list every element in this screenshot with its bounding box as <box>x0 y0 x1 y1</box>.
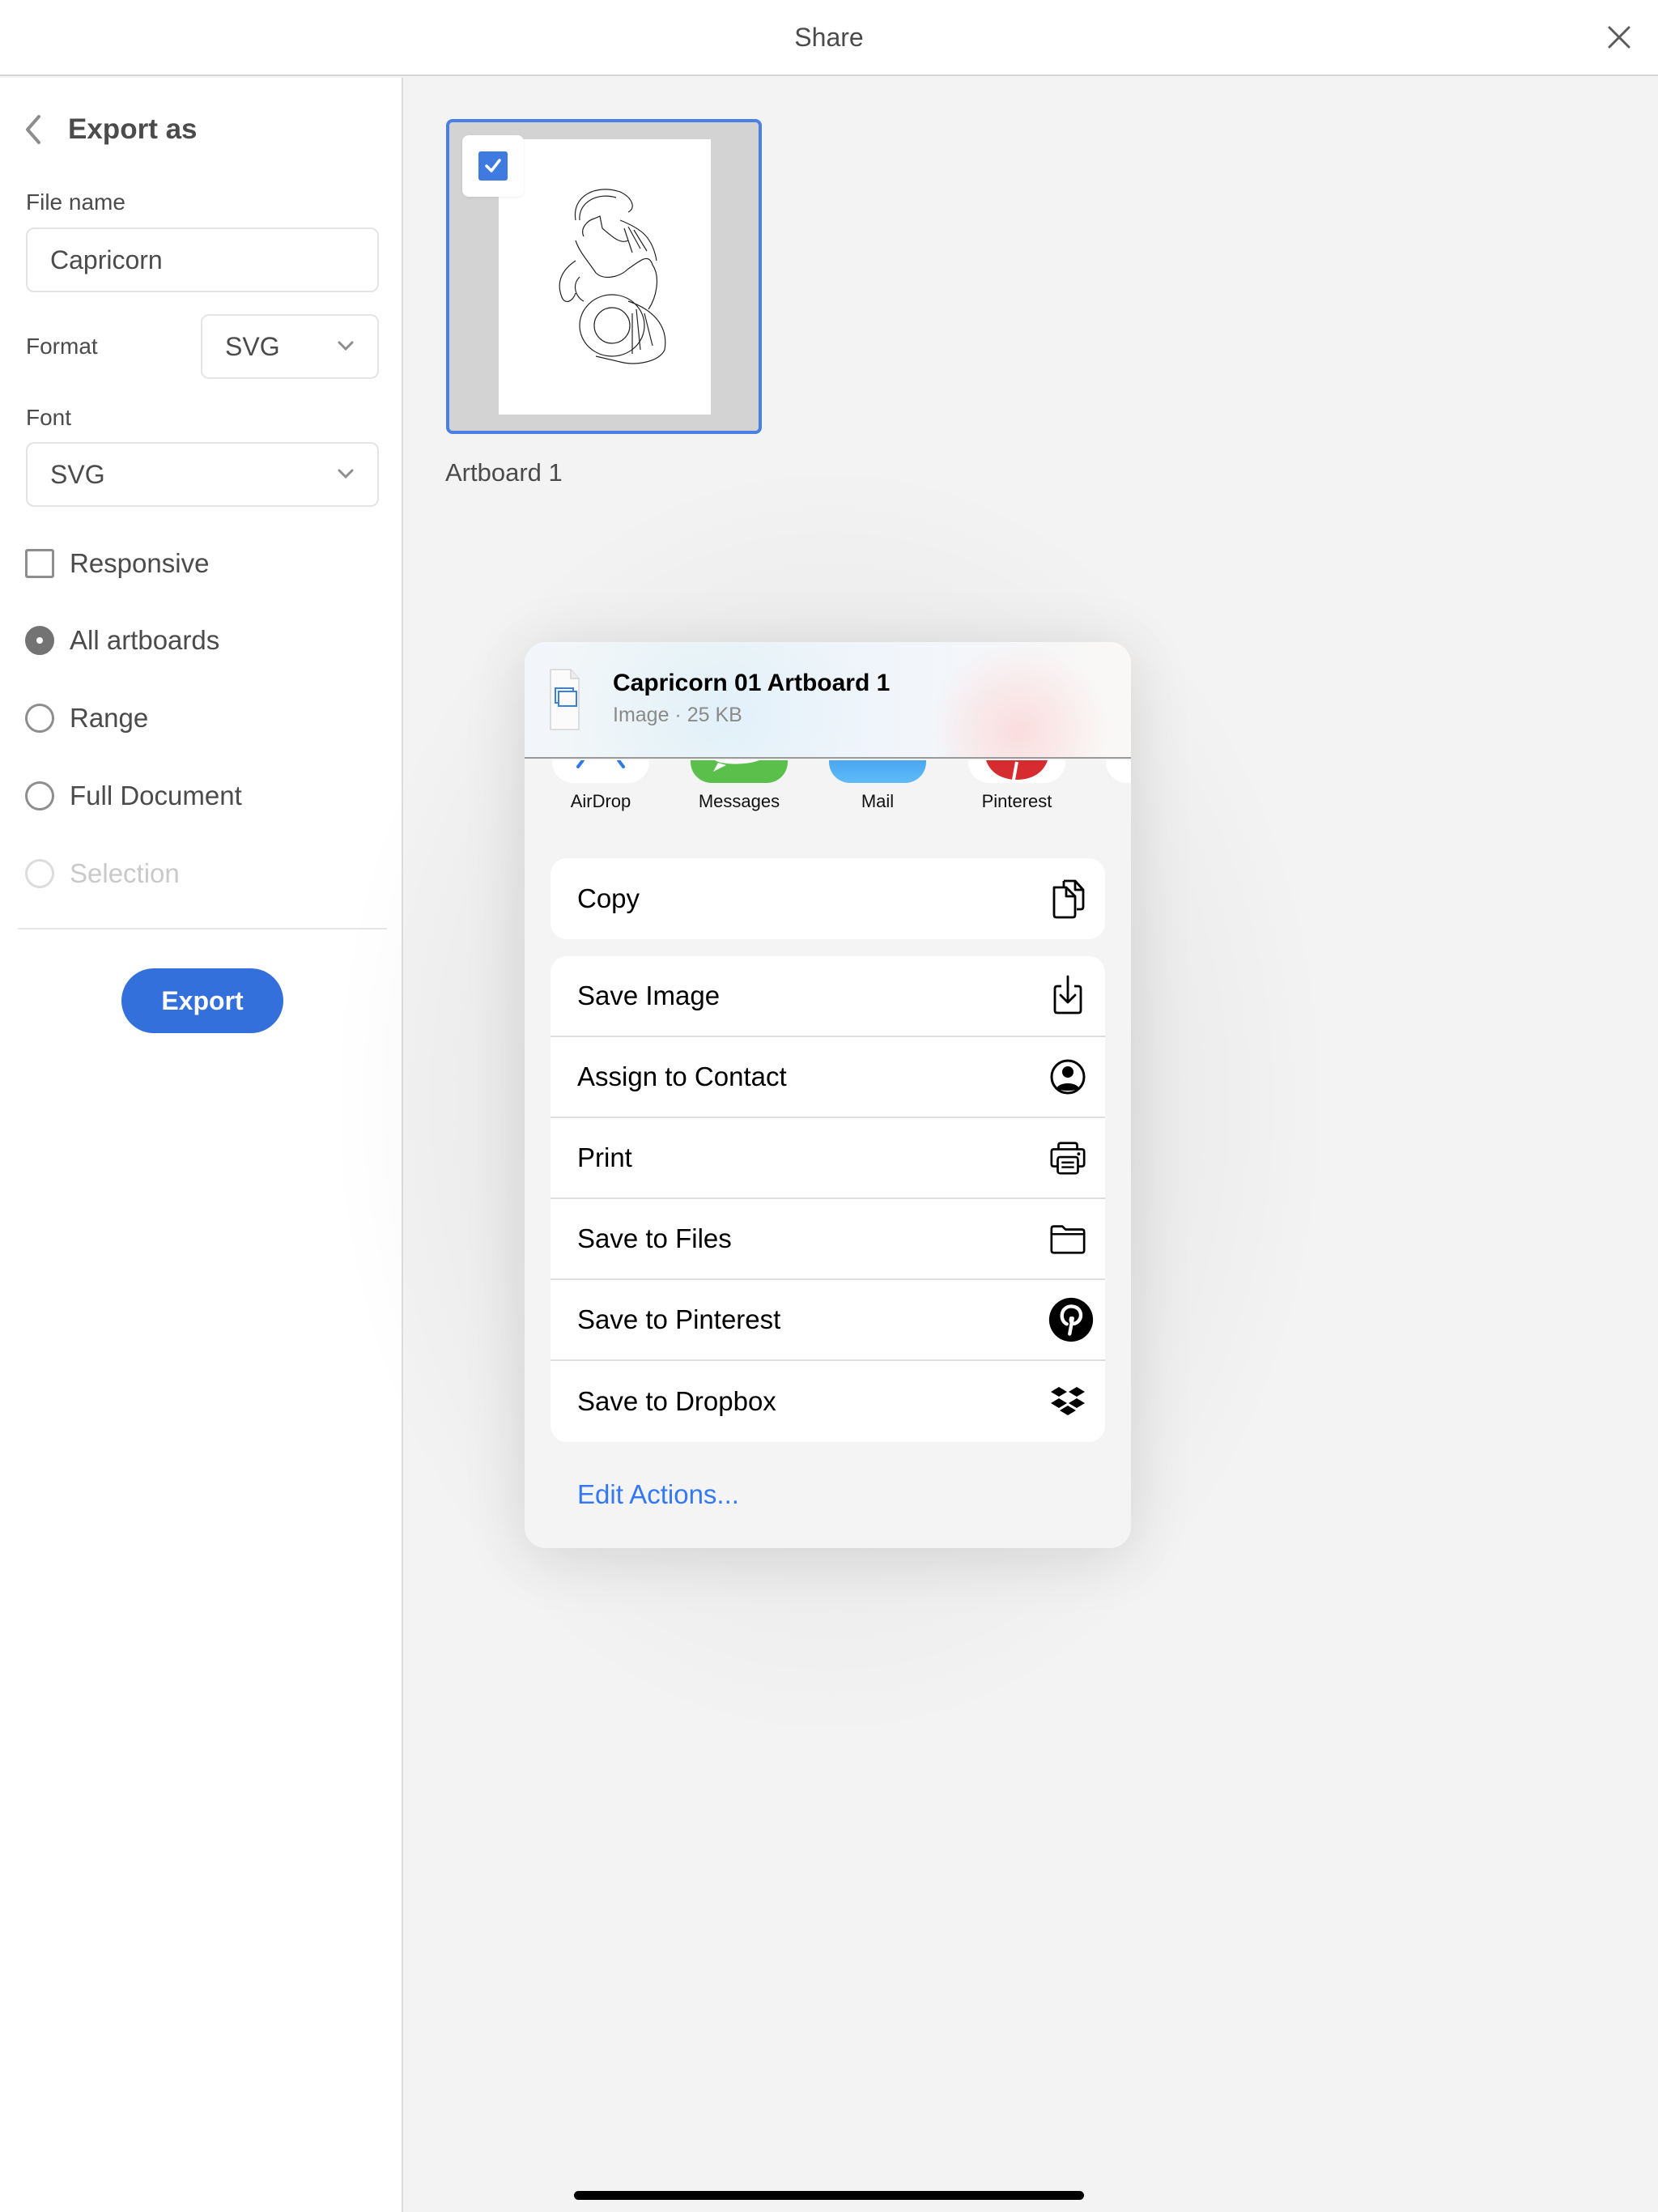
radio-label: Range <box>70 703 149 733</box>
top-bar: Share <box>0 0 1658 76</box>
app-label: Pinterest <box>981 791 1052 811</box>
radio-label: All artboards <box>70 625 220 655</box>
edit-actions-link[interactable]: Edit Actions... <box>577 1479 739 1510</box>
dropbox-icon <box>1048 1382 1087 1421</box>
app-more[interactable]: I <box>1106 760 1131 812</box>
app-airdrop[interactable]: AirDrop <box>552 760 649 812</box>
app-mail[interactable]: Mail <box>829 760 926 812</box>
close-icon <box>1608 26 1630 49</box>
format-select[interactable]: SVG <box>201 314 379 379</box>
radio-selection: Selection <box>25 858 180 889</box>
artboard-thumbnail <box>499 139 711 415</box>
app-label: Messages <box>698 791 780 811</box>
format-label: Format <box>26 334 98 359</box>
artboard-checkbox[interactable] <box>462 135 524 197</box>
mail-icon <box>829 760 926 783</box>
radio-button <box>25 704 54 733</box>
action-save-to-files[interactable]: Save to Files <box>551 1199 1105 1280</box>
capricorn-illustration <box>559 189 666 364</box>
copy-icon <box>1048 879 1087 919</box>
app-messages[interactable]: Messages <box>691 760 788 812</box>
file-name-label: File name <box>26 189 125 215</box>
folder-icon <box>1048 1219 1087 1258</box>
page-title: Share <box>794 23 864 52</box>
chevron-down-icon <box>338 469 354 479</box>
export-button[interactable]: Export <box>121 968 283 1033</box>
messages-icon <box>691 760 788 783</box>
actions-group: Save Image Assign to Contact Print Save … <box>551 956 1105 1442</box>
file-name-value: Capricorn <box>50 245 163 274</box>
format-value: SVG <box>225 331 280 361</box>
radio-label: Selection <box>70 858 180 888</box>
font-select[interactable]: SVG <box>26 442 379 507</box>
checkmark-icon <box>485 159 501 172</box>
airdrop-icon <box>552 760 649 783</box>
close-button[interactable] <box>1605 23 1634 52</box>
action-label: Save to Pinterest <box>577 1304 781 1334</box>
radio-range[interactable]: Range <box>25 703 148 734</box>
share-sheet: Capricorn 01 Artboard 1 Image · 25 KB Ai… <box>525 642 1131 1548</box>
responsive-label: Responsive <box>70 548 210 578</box>
action-print[interactable]: Print <box>551 1118 1105 1199</box>
share-apps-row: AirDrop Messages Mail Pinterest I <box>525 760 1131 841</box>
action-label: Save to Dropbox <box>577 1386 776 1416</box>
action-label: Assign to Contact <box>577 1061 787 1091</box>
action-label: Copy <box>577 883 640 913</box>
font-value: SVG <box>50 459 105 489</box>
chevron-down-icon <box>338 341 354 351</box>
document-icon <box>550 669 580 730</box>
radio-button <box>25 626 54 655</box>
share-file-title: Capricorn 01 Artboard 1 <box>613 670 891 696</box>
action-assign-to-contact[interactable]: Assign to Contact <box>551 1037 1105 1118</box>
app-label: I <box>1106 791 1131 812</box>
artboard-card[interactable] <box>446 119 762 434</box>
responsive-checkbox[interactable]: Responsive <box>25 548 209 579</box>
radio-button <box>25 781 54 810</box>
export-header: Export as <box>23 113 198 146</box>
action-label: Save Image <box>577 981 721 1010</box>
action-copy[interactable]: Copy <box>551 858 1105 939</box>
pinterest-icon <box>968 760 1065 783</box>
radio-button <box>25 859 54 888</box>
share-sheet-header: Capricorn 01 Artboard 1 Image · 25 KB <box>525 642 1131 759</box>
printer-icon <box>1048 1138 1087 1177</box>
radio-full-document[interactable]: Full Document <box>25 781 242 811</box>
home-indicator[interactable] <box>574 2191 1084 2200</box>
radio-label: Full Document <box>70 781 242 810</box>
action-label: Save to Files <box>577 1223 732 1253</box>
radio-all-artboards[interactable]: All artboards <box>25 625 219 656</box>
file-name-input[interactable]: Capricorn <box>26 228 379 292</box>
font-label: Font <box>26 405 72 430</box>
action-save-to-pinterest[interactable]: Save to Pinterest <box>551 1280 1105 1361</box>
action-save-image[interactable]: Save Image <box>551 956 1105 1037</box>
share-file-subtitle: Image · 25 KB <box>613 704 742 726</box>
action-save-to-dropbox[interactable]: Save to Dropbox <box>551 1361 1105 1442</box>
more-app-icon <box>1106 760 1131 783</box>
primary-actions-group: Copy <box>551 858 1105 939</box>
app-pinterest[interactable]: Pinterest <box>968 760 1065 812</box>
app-label: AirDrop <box>570 791 631 811</box>
contact-icon <box>1048 1057 1087 1096</box>
pinterest-icon <box>1048 1297 1094 1342</box>
checkbox-checked <box>478 151 508 181</box>
save-image-icon <box>1048 975 1087 1015</box>
checkbox-box <box>25 549 54 578</box>
chevron-left-icon[interactable] <box>23 113 44 146</box>
action-label: Print <box>577 1142 632 1172</box>
app-label: Mail <box>861 791 895 811</box>
export-as-heading: Export as <box>68 113 198 145</box>
